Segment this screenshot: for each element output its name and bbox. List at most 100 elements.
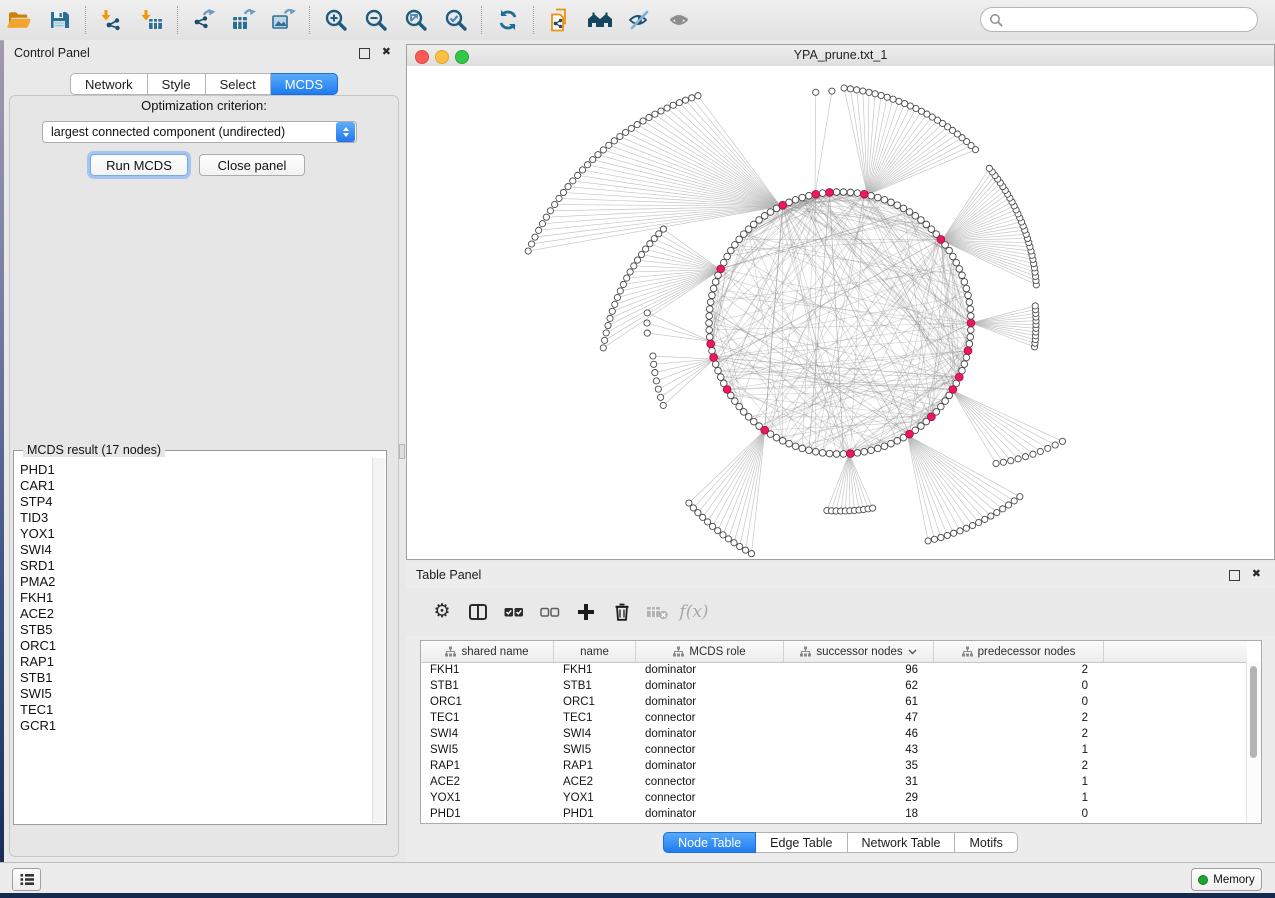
search-input[interactable] bbox=[1003, 10, 1257, 30]
close-panel-icon[interactable]: ✖ bbox=[382, 45, 391, 59]
mcds-result-item[interactable]: TEC1 bbox=[20, 702, 372, 718]
column-header-mcds-role[interactable]: MCDS role bbox=[636, 641, 784, 662]
tab-network-table[interactable]: Network Table bbox=[848, 832, 956, 853]
new-network-from-selection-button[interactable] bbox=[540, 3, 580, 37]
mcds-result-item[interactable]: SRD1 bbox=[20, 558, 372, 574]
select-all-button[interactable] bbox=[496, 597, 532, 627]
trash-icon bbox=[612, 602, 632, 622]
add-row-button[interactable] bbox=[568, 597, 604, 627]
table-cell: 96 bbox=[784, 664, 934, 676]
run-mcds-button[interactable]: Run MCDS bbox=[90, 154, 188, 176]
export-network-button[interactable] bbox=[184, 3, 224, 37]
network-window-titlebar[interactable]: YPA_prune.txt_1 bbox=[407, 45, 1274, 67]
table-row[interactable]: TEC1TEC1connector472 bbox=[421, 710, 1247, 726]
mcds-result-item[interactable]: GCR1 bbox=[20, 718, 372, 734]
mcds-result-item[interactable]: STB5 bbox=[20, 622, 372, 638]
table-row[interactable]: ORC1ORC1dominator610 bbox=[421, 694, 1247, 710]
zoom-fit-icon bbox=[404, 8, 428, 32]
mcds-result-item[interactable]: SWI4 bbox=[20, 542, 372, 558]
show-all-eye-icon bbox=[667, 9, 693, 31]
tab-mcds[interactable]: MCDS bbox=[271, 73, 338, 95]
tab-edge-table[interactable]: Edge Table bbox=[756, 832, 847, 853]
mcds-result-item[interactable]: YOX1 bbox=[20, 526, 372, 542]
mcds-result-item[interactable]: STP4 bbox=[20, 494, 372, 510]
zoom-out-button[interactable] bbox=[356, 3, 396, 37]
mcds-result-item[interactable]: PHD1 bbox=[20, 462, 372, 478]
search-field[interactable] bbox=[980, 7, 1258, 32]
hide-selected-button[interactable] bbox=[620, 3, 660, 37]
tab-node-table[interactable]: Node Table bbox=[663, 832, 756, 853]
unselect-all-button[interactable] bbox=[532, 597, 568, 627]
table-row[interactable]: SWI5SWI5connector431 bbox=[421, 742, 1247, 758]
export-image-button[interactable] bbox=[264, 3, 304, 37]
table-cell: connector bbox=[636, 744, 784, 756]
table-cell: STB1 bbox=[421, 680, 554, 692]
table-row[interactable]: SWI4SWI4dominator462 bbox=[421, 726, 1247, 742]
column-header-name[interactable]: name bbox=[554, 641, 636, 662]
task-history-button[interactable] bbox=[12, 868, 41, 891]
close-panel-button[interactable]: Close panel bbox=[199, 154, 305, 176]
import-table-button[interactable] bbox=[132, 3, 172, 37]
memory-button[interactable]: Memory bbox=[1191, 868, 1262, 891]
float-panel-icon[interactable] bbox=[359, 48, 370, 59]
mcds-result-item[interactable]: FKH1 bbox=[20, 590, 372, 606]
tab-style[interactable]: Style bbox=[148, 73, 206, 95]
zoom-fit-button[interactable] bbox=[396, 3, 436, 37]
zoom-in-icon bbox=[324, 8, 348, 32]
open-folder-button[interactable] bbox=[0, 3, 40, 37]
float-table-panel-icon[interactable] bbox=[1229, 570, 1240, 581]
delete-table-button[interactable] bbox=[640, 597, 676, 627]
tab-motifs[interactable]: Motifs bbox=[955, 832, 1017, 853]
zoom-selected-button[interactable] bbox=[436, 3, 476, 37]
table-row[interactable]: RAP1RAP1dominator352 bbox=[421, 758, 1247, 774]
mcds-result-item[interactable]: ACE2 bbox=[20, 606, 372, 622]
table-row[interactable]: YOX1YOX1connector291 bbox=[421, 790, 1247, 806]
table-cell: connector bbox=[636, 776, 784, 788]
tab-network[interactable]: Network bbox=[70, 73, 148, 95]
mcds-result-item[interactable]: RAP1 bbox=[20, 654, 372, 670]
mcds-result-item[interactable]: STB1 bbox=[20, 670, 372, 686]
control-panel-header: Control Panel ✖ bbox=[4, 40, 404, 66]
mcds-result-item[interactable]: SWI5 bbox=[20, 686, 372, 702]
scrollbar-thumb[interactable] bbox=[1250, 666, 1257, 758]
table-row[interactable]: STB1STB1dominator620 bbox=[421, 678, 1247, 694]
zoom-in-button[interactable] bbox=[316, 3, 356, 37]
mcds-result-item[interactable]: CAR1 bbox=[20, 478, 372, 494]
tab-select[interactable]: Select bbox=[206, 73, 271, 95]
show-columns-button[interactable] bbox=[460, 597, 496, 627]
table-row[interactable]: ACE2ACE2connector311 bbox=[421, 774, 1247, 790]
refresh-layout-button[interactable] bbox=[488, 3, 528, 37]
table-cell: PHD1 bbox=[421, 808, 554, 820]
table-cell: PHD1 bbox=[554, 808, 636, 820]
criterion-dropdown[interactable]: largest connected component (undirected) bbox=[42, 121, 357, 143]
save-session-button[interactable] bbox=[40, 3, 80, 37]
dropdown-stepper-icon bbox=[336, 122, 355, 142]
table-row[interactable]: FKH1FKH1dominator962 bbox=[421, 662, 1247, 678]
table-cell: TEC1 bbox=[421, 712, 554, 724]
refresh-icon bbox=[496, 8, 520, 32]
mcds-result-box: MCDS result (17 nodes) PHD1CAR1STP4TID3Y… bbox=[13, 450, 387, 825]
import-network-button[interactable] bbox=[92, 3, 132, 37]
column-header-successor-nodes[interactable]: successor nodes bbox=[784, 641, 934, 662]
mcds-result-item[interactable]: PMA2 bbox=[20, 574, 372, 590]
column-header-shared-name[interactable]: shared name bbox=[421, 641, 554, 662]
mcds-result-item[interactable]: TID3 bbox=[20, 510, 372, 526]
export-table-button[interactable] bbox=[224, 3, 264, 37]
column-header-predecessor-nodes[interactable]: predecessor nodes bbox=[934, 641, 1104, 662]
mcds-result-legend: MCDS result (17 nodes) bbox=[23, 443, 165, 457]
table-settings-button[interactable]: ⚙ bbox=[424, 597, 460, 627]
close-table-panel-icon[interactable]: ✖ bbox=[1252, 567, 1261, 581]
mcds-result-item[interactable]: ORC1 bbox=[20, 638, 372, 654]
delete-row-button[interactable] bbox=[604, 597, 640, 627]
mcds-list-scrollbar[interactable] bbox=[372, 458, 385, 823]
show-all-button[interactable] bbox=[660, 3, 700, 37]
gear-icon: ⚙ bbox=[433, 602, 450, 622]
node-table-scrollbar[interactable] bbox=[1246, 662, 1261, 822]
network-graph[interactable] bbox=[407, 66, 1274, 559]
network-canvas[interactable] bbox=[407, 66, 1274, 559]
function-builder-button[interactable]: f(x) bbox=[676, 597, 712, 627]
column-header-label: successor nodes bbox=[816, 646, 902, 658]
panel-divider-handle[interactable] bbox=[399, 444, 405, 459]
first-neighbors-button[interactable] bbox=[580, 3, 620, 37]
table-row[interactable]: PHD1PHD1dominator180 bbox=[421, 806, 1247, 822]
